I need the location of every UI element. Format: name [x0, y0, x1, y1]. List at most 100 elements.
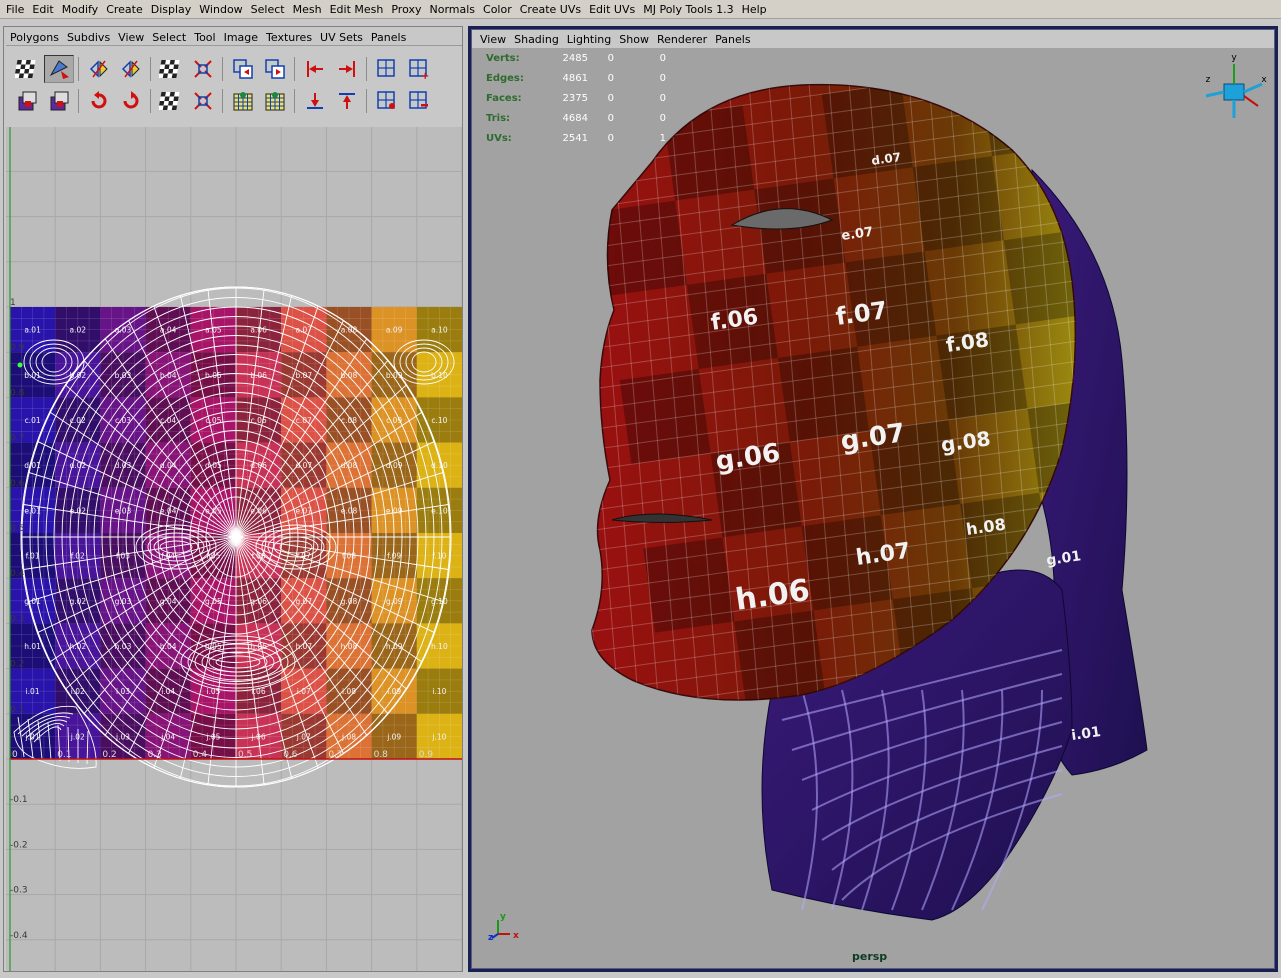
head-model-render[interactable]: f.06 f.07f.08g.06g.07 g.08h.06h.07h.08d.07…: [472, 30, 1274, 968]
persp-menu-shading[interactable]: Shading: [510, 30, 563, 49]
texture-tile-label: e.10: [431, 506, 448, 515]
menu-display[interactable]: Display: [147, 0, 196, 19]
texture-tile-label: c.06: [251, 416, 267, 425]
menu-normals[interactable]: Normals: [425, 0, 479, 19]
v-axis-label: 0.9: [10, 343, 25, 353]
persp-menu-show[interactable]: Show: [615, 30, 653, 49]
hud-value: 2485: [562, 52, 588, 64]
v-axis-label: 0.5: [10, 524, 24, 534]
relax-uv-button[interactable]: [188, 87, 218, 115]
menu-create-uvs[interactable]: Create UVs: [516, 0, 585, 19]
texture-tile-label: c.05: [205, 416, 221, 425]
hud-uv: 0: [659, 92, 666, 104]
move-uv-shell-button[interactable]: [44, 55, 74, 83]
checker-cut-button[interactable]: [156, 55, 186, 83]
align-left-button[interactable]: [300, 55, 330, 83]
menu-create[interactable]: Create: [102, 0, 147, 19]
texture-tile-label: b.06: [250, 371, 267, 380]
perspective-panel-border: View Shading Lighting Show Renderer Panels Ve…: [468, 26, 1278, 972]
hud-row-faces: Faces: 2375 0 0: [486, 88, 666, 108]
hud-row-tris: Tris: 4684 0 0: [486, 108, 666, 128]
menu-edit-uvs[interactable]: Edit UVs: [585, 0, 639, 19]
grid-remove-button[interactable]: [404, 87, 434, 115]
uv-lattice-icon: [265, 92, 285, 111]
uv-menu-select[interactable]: Select: [148, 28, 190, 47]
copy-uvs-button[interactable]: [228, 55, 258, 83]
texture-tile-label: f.09: [387, 552, 401, 561]
v-axis-label: -0.1: [10, 795, 28, 805]
checker-sew-button[interactable]: [156, 87, 186, 115]
uv-lattice-button[interactable]: [260, 87, 290, 115]
menu-mesh[interactable]: Mesh: [289, 0, 326, 19]
menu-modify[interactable]: Modify: [58, 0, 102, 19]
texture-tile-label: a.09: [386, 326, 403, 335]
menu-mj-poly-tools-1-3[interactable]: MJ Poly Tools 1.3: [639, 0, 737, 19]
grid-add-button[interactable]: +: [404, 55, 434, 83]
hud-uv: 0: [659, 112, 666, 124]
texture-tile-label: i.10: [432, 687, 446, 696]
origin-axis-label: y: [500, 912, 506, 922]
v-axis-label: 1: [10, 298, 16, 308]
hud-value: 4684: [562, 112, 588, 124]
uv-grid-canvas[interactable]: a.01 a.02 a.03 a.04 a.05 a.06 a.07 a.08 a.09 a.10…: [6, 127, 462, 971]
align-bottom-button[interactable]: [300, 87, 330, 115]
layout-uv-button[interactable]: [228, 87, 258, 115]
uv-menu-view[interactable]: View: [114, 28, 148, 47]
texture-image-button[interactable]: [12, 87, 42, 115]
uv-menu-uv-sets[interactable]: UV Sets: [316, 28, 367, 47]
align-left-icon: [307, 61, 323, 77]
menu-select[interactable]: Select: [247, 0, 289, 19]
texture-tile-label: a.01: [24, 326, 41, 335]
menu-color[interactable]: Color: [479, 0, 516, 19]
view-cube-icon[interactable]: y z x: [1206, 53, 1268, 118]
paste-uvs-icon: [265, 59, 285, 79]
menu-edit[interactable]: Edit: [28, 0, 57, 19]
uv-menu-tool[interactable]: Tool: [190, 28, 219, 47]
uv-menu-subdivs[interactable]: Subdivs: [63, 28, 114, 47]
uv-menu-image[interactable]: Image: [220, 28, 262, 47]
toolbar-separator: [220, 55, 226, 83]
toolbar-separator: [220, 87, 226, 115]
v-axis-label: 0.1: [10, 705, 24, 715]
unfold-uv-button[interactable]: [188, 55, 218, 83]
persp-menu-renderer[interactable]: Renderer: [653, 30, 711, 49]
menu-file[interactable]: File: [2, 0, 28, 19]
texture-tile-label: a.02: [70, 326, 87, 335]
perspective-menu-bar: View Shading Lighting Show Renderer Panels: [472, 30, 1274, 48]
hud-uv: 0: [659, 52, 666, 64]
hud-value: 2375: [562, 92, 588, 104]
menu-edit-mesh[interactable]: Edit Mesh: [326, 0, 388, 19]
align-top-button[interactable]: [332, 87, 362, 115]
texture-tile-label: j.02: [70, 732, 85, 741]
flip-uv-v-icon: [121, 60, 140, 78]
grid-select-button[interactable]: [372, 87, 402, 115]
v-axis-label: -0.4: [10, 931, 28, 941]
persp-menu-panels[interactable]: Panels: [711, 30, 754, 49]
grid-toggle-button[interactable]: [372, 55, 402, 83]
persp-menu-lighting[interactable]: Lighting: [563, 30, 615, 49]
origin-axis-icon: y z x: [488, 912, 519, 943]
menu-window[interactable]: Window: [195, 0, 246, 19]
svg-text:+: +: [421, 71, 429, 81]
view-cube-axis-label: z: [1206, 75, 1211, 85]
uv-menu-polygons[interactable]: Polygons: [6, 28, 63, 47]
uv-menu-textures[interactable]: Textures: [262, 28, 316, 47]
flip-uv-v-button[interactable]: [116, 55, 146, 83]
checker-display-button[interactable]: [12, 55, 42, 83]
persp-menu-view[interactable]: View: [476, 30, 510, 49]
snapshot-button[interactable]: [44, 87, 74, 115]
menu-proxy[interactable]: Proxy: [387, 0, 425, 19]
uv-menu-panels[interactable]: Panels: [367, 28, 410, 47]
rotate-ccw-button[interactable]: [84, 87, 114, 115]
uv-editor-viewport[interactable]: a.01 a.02 a.03 a.04 a.05 a.06 a.07 a.08 a.09 a.10…: [6, 127, 462, 971]
menu-help[interactable]: Help: [738, 0, 771, 19]
unfold-uv-icon: [194, 60, 212, 78]
flip-uv-u-button[interactable]: [84, 55, 114, 83]
hud-value: 2541: [562, 132, 588, 144]
paste-uvs-button[interactable]: [260, 55, 290, 83]
rotate-cw-button[interactable]: [116, 87, 146, 115]
toolbar-separator: [292, 55, 298, 83]
perspective-viewport[interactable]: View Shading Lighting Show Renderer Panels Ve…: [471, 29, 1275, 969]
texture-tile-label: f.01: [26, 552, 40, 561]
align-right-button[interactable]: [332, 55, 362, 83]
